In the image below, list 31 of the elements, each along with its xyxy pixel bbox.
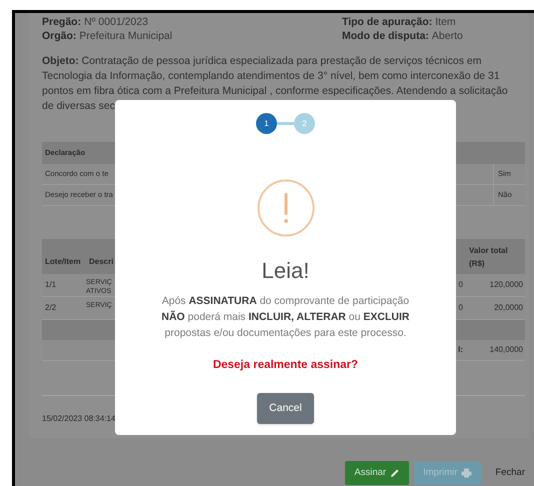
timestamp: 15/02/2023 08:34:14	[42, 414, 116, 423]
field-value: Item	[435, 15, 456, 29]
table-cell-text: 20,0000	[493, 302, 524, 314]
column-header: Valor total (R$)	[468, 244, 509, 270]
pencil-icon	[390, 468, 400, 478]
table-cell-text: 1/1	[44, 279, 58, 291]
sign-button[interactable]: Assinar	[345, 461, 410, 485]
column-header: Descri	[88, 256, 114, 268]
step-connector	[277, 122, 294, 125]
total-label: l:	[458, 344, 463, 356]
column-header: Lote/Item	[44, 256, 82, 268]
warning-icon	[256, 179, 314, 237]
confirm-question: Deseja realmente assinar?	[212, 358, 358, 373]
objeto-paragraph: Objeto: Contratação de pessoa jurídica especializada para prestação de serviços técnicos em Tecnologia da Informação, contemplando atendimentos de 3° nível, bem como interconexão de 31 pontos em fibra ótica com a Prefeitura Municipal , conforme especificações. Atendendo a solicitação de diversas sec	[42, 54, 509, 114]
dialog-title: Leia!	[262, 257, 310, 285]
table-cell-text: 2/2	[44, 302, 58, 314]
dialog-message: Após ASSINATURA do comprovante de participação NÃO poderá mais INCLUIR, ALTERAR ou EXCLUIR propostas e/ou documentações para este processo.	[162, 294, 410, 341]
field-label: Pregão:	[42, 15, 82, 29]
field-value: Prefeitura Municipal	[79, 29, 172, 43]
field-label: Modo de disputa:	[342, 29, 429, 43]
table-cell-text: 0	[458, 302, 464, 314]
field-value: Nº 0001/2023	[84, 15, 148, 29]
cancel-button[interactable]: Cancel	[257, 393, 314, 424]
field-label: Orgão:	[42, 29, 76, 43]
field-label: Tipo de apuração:	[342, 15, 432, 29]
table-cell-text: 0	[458, 279, 464, 291]
total-value: 140,0000	[488, 344, 524, 356]
table-cell-text: 120,0000	[488, 279, 524, 291]
field-value: Aberto	[432, 29, 463, 43]
step-indicator: 2	[294, 113, 315, 134]
step-indicator: 1	[256, 113, 277, 134]
